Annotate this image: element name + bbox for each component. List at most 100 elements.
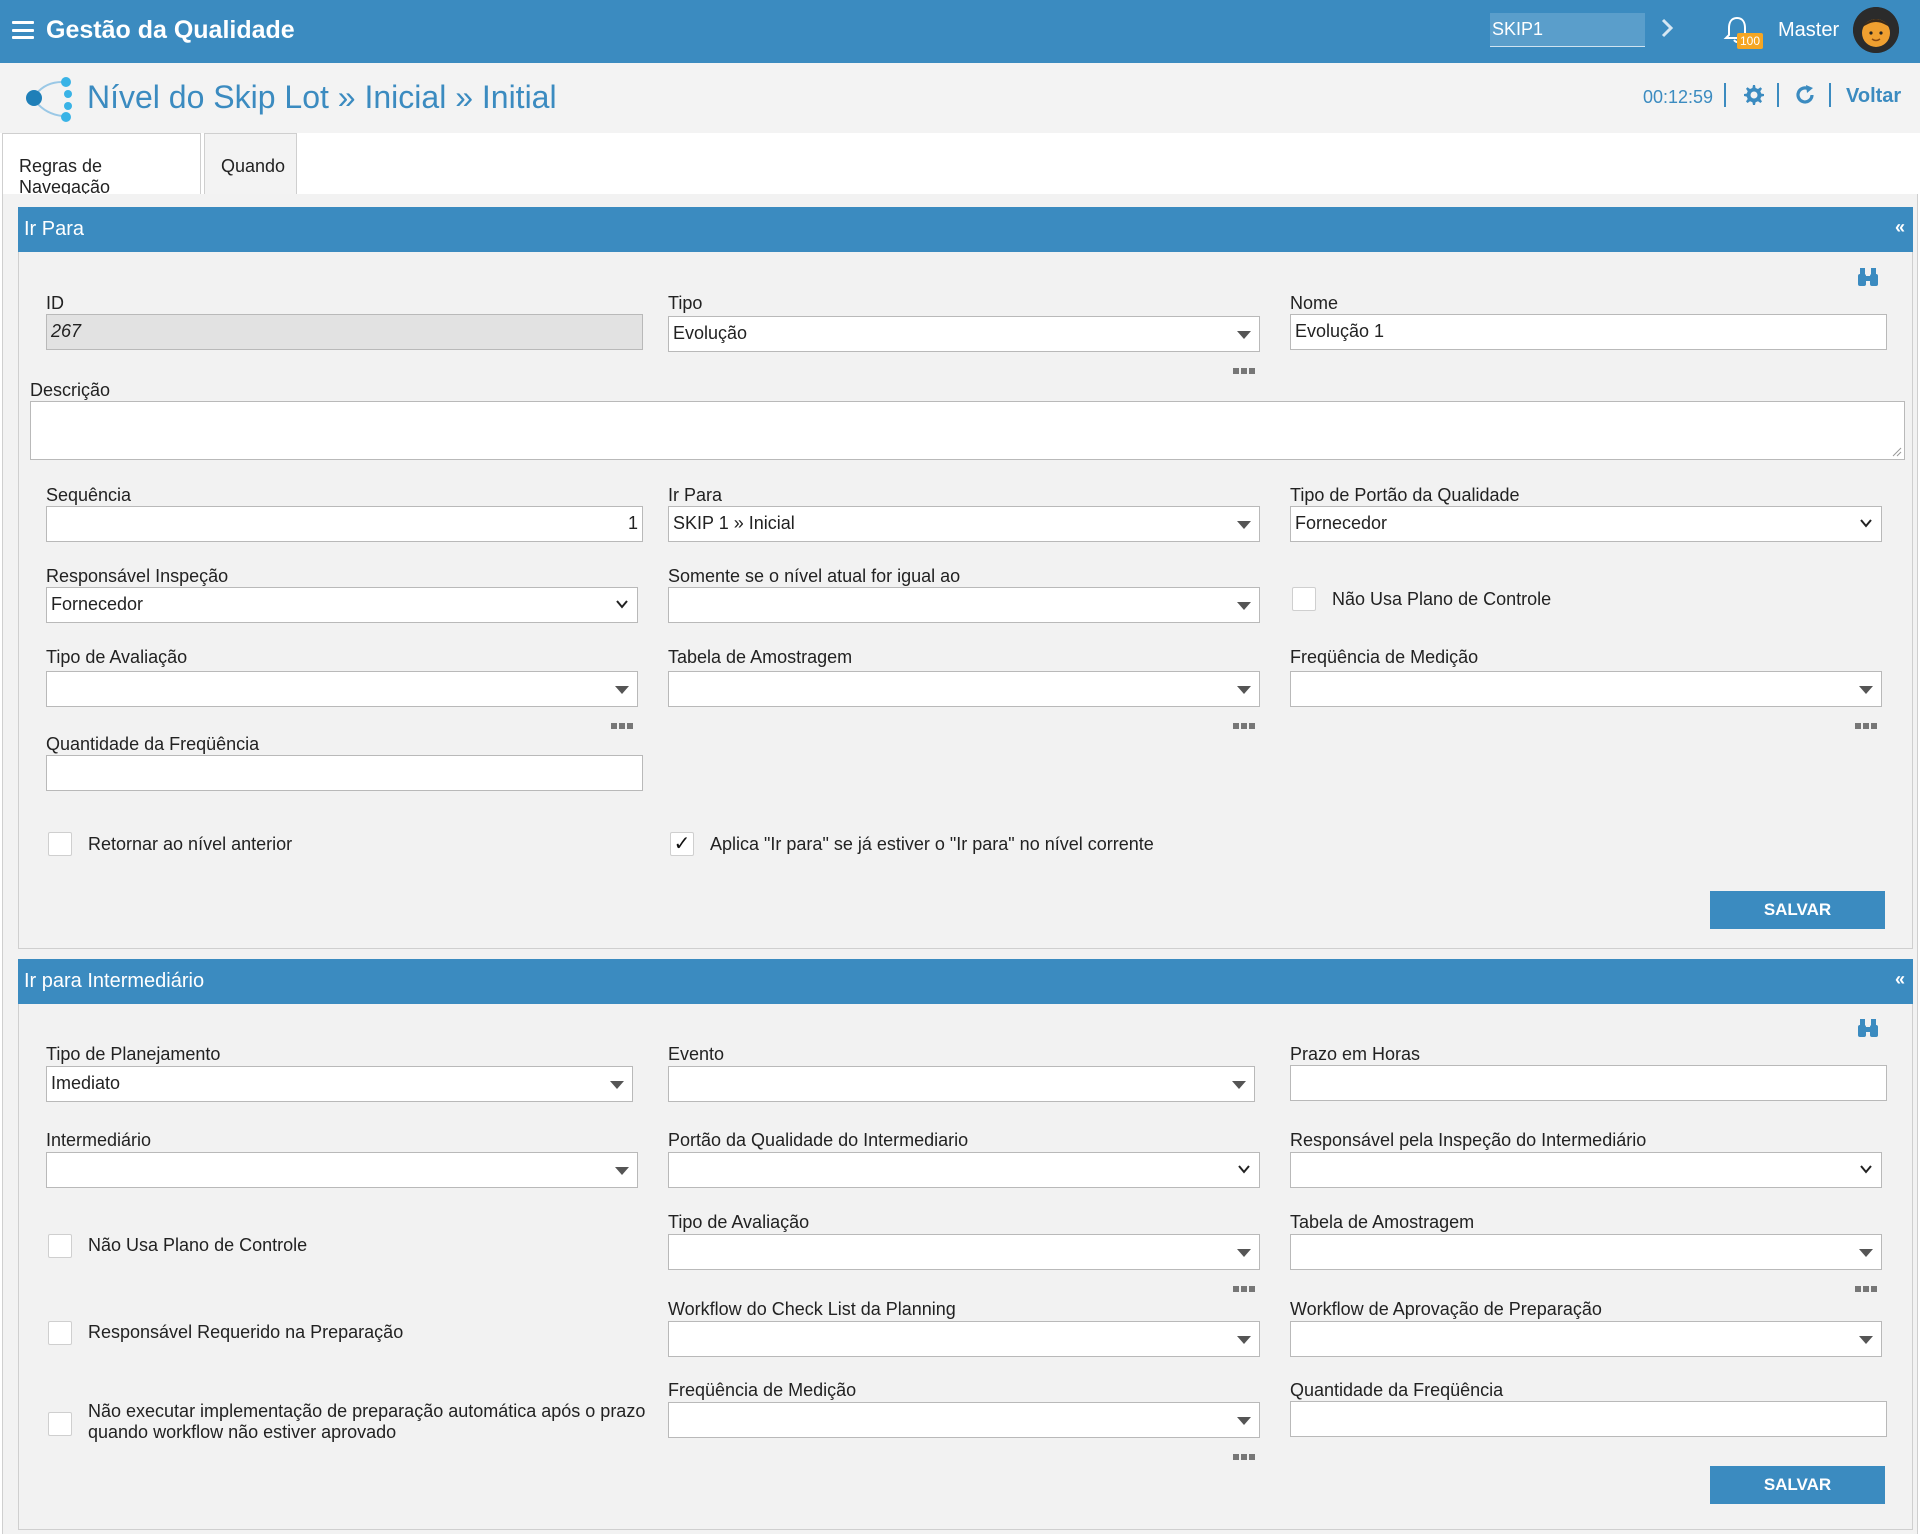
frequencia-select[interactable] [1290, 671, 1882, 707]
sequencia-label: Sequência [46, 485, 132, 505]
somente-select[interactable] [668, 587, 1260, 623]
quantidade-label: Quantidade da Freqüência [46, 734, 260, 754]
portao-label: Portão da Qualidade do Intermediario [668, 1130, 969, 1150]
more-icon[interactable] [1233, 359, 1257, 374]
nome-label: Nome [1290, 293, 1339, 313]
prazo-input[interactable] [1290, 1065, 1887, 1101]
descricao-textarea[interactable] [30, 401, 1905, 460]
content-area: Ir Para « ID 267 Tipo Evolução Nome Evol… [2, 194, 1918, 1534]
responsavel-requerido-checkbox[interactable] [48, 1321, 72, 1345]
dropdown-arrow-icon [615, 1167, 629, 1175]
page-header: Nível do Skip Lot » Inicial » Initial 00… [0, 63, 1920, 133]
nao-executar-checkbox[interactable] [48, 1412, 72, 1436]
ir-para-select[interactable]: SKIP 1 » Inicial [668, 506, 1260, 542]
workflow-checklist-label: Workflow do Check List da Planning [668, 1299, 956, 1319]
divider [1724, 83, 1726, 107]
avatar[interactable] [1853, 7, 1899, 53]
menu-icon[interactable] [12, 21, 34, 39]
notification-badge: 100 [1737, 33, 1764, 49]
tab-bar: Regras de Navegação Quando [0, 133, 1920, 197]
evento-label: Evento [668, 1044, 725, 1064]
tipo-planejamento-select[interactable]: Imediato [46, 1066, 633, 1102]
resize-handle-icon[interactable] [1892, 447, 1902, 457]
evento-select[interactable] [668, 1066, 1255, 1102]
descricao-label: Descrição [30, 380, 111, 400]
tipo-avaliacao-label: Tipo de Avaliação [46, 647, 188, 667]
chevron-down-icon [1860, 519, 1872, 528]
chevron-down-icon [1238, 1165, 1250, 1174]
section-title: Ir para Intermediário [24, 970, 205, 992]
frequencia-intermediario-select[interactable] [668, 1402, 1260, 1438]
dropdown-arrow-icon [1237, 1417, 1251, 1425]
id-label: ID [46, 293, 64, 313]
tipo-avaliacao-intermediario-select[interactable] [668, 1234, 1260, 1270]
more-icon[interactable] [1233, 1445, 1257, 1460]
tipo-label: Tipo [668, 293, 703, 313]
tabela-amostragem-intermediario-select[interactable] [1290, 1234, 1882, 1270]
save-button[interactable]: SALVAR [1710, 1466, 1885, 1504]
skip-lot-logo-icon [26, 77, 72, 122]
tipo-select[interactable]: Evolução [668, 316, 1260, 352]
nao-executar-label-line1: Não executar implementação de preparação… [88, 1401, 646, 1421]
workflow-aprovacao-label: Workflow de Aprovação de Preparação [1290, 1299, 1602, 1319]
more-icon[interactable] [1233, 1277, 1257, 1292]
binoculars-icon[interactable] [1856, 1017, 1880, 1039]
nao-usa-plano-checkbox[interactable] [1292, 587, 1316, 611]
binoculars-icon[interactable] [1856, 266, 1880, 288]
chevron-right-icon[interactable] [1658, 15, 1678, 41]
intermediario-select[interactable] [46, 1152, 638, 1188]
portao-select[interactable] [668, 1152, 1260, 1188]
tipo-value: Evolução [673, 323, 748, 343]
gear-icon[interactable] [1741, 83, 1765, 107]
more-icon[interactable] [1855, 714, 1879, 729]
back-link[interactable]: Voltar [1846, 85, 1901, 108]
dropdown-arrow-icon [1237, 521, 1251, 529]
tipo-planejamento-label: Tipo de Planejamento [46, 1044, 221, 1064]
aplica-checkbox[interactable]: ✓ [670, 832, 694, 856]
refresh-icon[interactable] [1793, 83, 1817, 107]
responsavel-intermediario-select[interactable] [1290, 1152, 1882, 1188]
quantidade-intermediario-input[interactable] [1290, 1401, 1887, 1437]
aplica-label: Aplica "Ir para" se já estiver o "Ir par… [710, 834, 1154, 854]
chevron-down-icon [1860, 1165, 1872, 1174]
app-title: Gestão da Qualidade [46, 16, 295, 44]
collapse-icon[interactable]: « [1895, 969, 1905, 990]
dropdown-arrow-icon [1859, 686, 1873, 694]
search-input[interactable]: SKIP1 [1490, 13, 1645, 47]
workflow-aprovacao-select[interactable] [1290, 1321, 1882, 1357]
nao-usa-plano-intermediario-checkbox[interactable] [48, 1234, 72, 1258]
quantidade-input[interactable] [46, 755, 643, 791]
dropdown-arrow-icon [610, 1081, 624, 1089]
user-name[interactable]: Master [1778, 19, 1839, 42]
tipo-portao-select[interactable]: Fornecedor [1290, 506, 1882, 542]
responsavel-requerido-label: Responsável Requerido na Preparação [88, 1322, 404, 1342]
tipo-avaliacao-select[interactable] [46, 671, 638, 707]
dropdown-arrow-icon [1237, 602, 1251, 610]
tab-regras-navegacao[interactable]: Regras de Navegação [2, 133, 201, 197]
intermediario-label: Intermediário [46, 1130, 152, 1150]
tabela-amostragem-select[interactable] [668, 671, 1260, 707]
more-icon[interactable] [1233, 714, 1257, 729]
section-header-ir-para[interactable]: Ir Para « [18, 207, 1913, 252]
nao-executar-label: Não executar implementação de preparação… [88, 1401, 645, 1443]
tipo-portao-value: Fornecedor [1295, 513, 1388, 533]
retornar-checkbox[interactable] [48, 832, 72, 856]
nome-input[interactable]: Evolução 1 [1290, 314, 1887, 350]
divider [1777, 83, 1779, 107]
section-header-ir-para-intermediario[interactable]: Ir para Intermediário « [18, 959, 1913, 1004]
more-icon[interactable] [1855, 1277, 1879, 1292]
chevron-down-icon [616, 600, 628, 609]
tipo-planejamento-value: Imediato [51, 1073, 121, 1093]
page-title: Nível do Skip Lot » Inicial » Initial [87, 79, 557, 115]
tab-quando[interactable]: Quando [204, 133, 297, 195]
responsavel-select[interactable]: Fornecedor [46, 587, 638, 623]
save-button[interactable]: SALVAR [1710, 891, 1885, 929]
sequencia-input[interactable]: 1 [46, 506, 643, 542]
more-icon[interactable] [611, 714, 635, 729]
collapse-icon[interactable]: « [1895, 217, 1905, 238]
workflow-checklist-select[interactable] [668, 1321, 1260, 1357]
session-timer: 00:12:59 [1643, 87, 1714, 107]
ir-para-label: Ir Para [668, 485, 723, 505]
dropdown-arrow-icon [1859, 1249, 1873, 1257]
top-bar: Gestão da Qualidade SKIP1 100 Master [0, 0, 1920, 63]
